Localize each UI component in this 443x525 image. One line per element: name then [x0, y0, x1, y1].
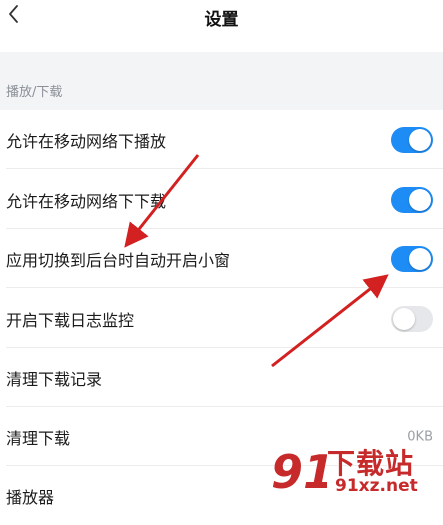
top-bar: 设置 [0, 0, 443, 52]
divider [6, 168, 443, 169]
setting-row-clear-records[interactable]: 清理下载记录 [0, 348, 443, 407]
setting-label: 清理下载 [6, 428, 71, 448]
watermark-url: 91xz.net [335, 476, 418, 496]
page-title: 设置 [204, 10, 239, 30]
setting-row-download-log[interactable]: 开启下载日志监控 [0, 289, 443, 348]
background-pip-toggle[interactable] [391, 245, 433, 272]
section-gap [0, 52, 443, 110]
toggle-knob [409, 247, 431, 270]
setting-row-mobile-download[interactable]: 允许在移动网络下下载 [0, 170, 443, 229]
mobile-download-toggle[interactable] [391, 186, 433, 213]
download-log-toggle[interactable] [391, 305, 433, 332]
setting-label: 允许在移动网络下播放 [6, 131, 167, 151]
setting-row-mobile-play[interactable]: 允许在移动网络下播放 [0, 110, 443, 169]
setting-label: 允许在移动网络下下载 [6, 191, 167, 211]
svg-text:91: 91 [271, 445, 327, 498]
watermark: 91 下载站 91xz.net [269, 440, 439, 500]
mobile-play-toggle[interactable] [391, 126, 433, 153]
section-label: 播放/下载 [6, 85, 63, 100]
setting-row-background-pip[interactable]: 应用切换到后台时自动开启小窗 [0, 229, 443, 288]
toggle-knob [393, 307, 415, 330]
divider [6, 287, 443, 288]
setting-label: 播放器 [6, 487, 55, 507]
watermark-logo: 91 [270, 444, 327, 498]
toggle-knob [409, 128, 431, 151]
toggle-knob [409, 188, 431, 211]
setting-label: 清理下载记录 [6, 369, 103, 389]
setting-label: 应用切换到后台时自动开启小窗 [6, 250, 231, 270]
setting-label: 开启下载日志监控 [6, 310, 135, 330]
